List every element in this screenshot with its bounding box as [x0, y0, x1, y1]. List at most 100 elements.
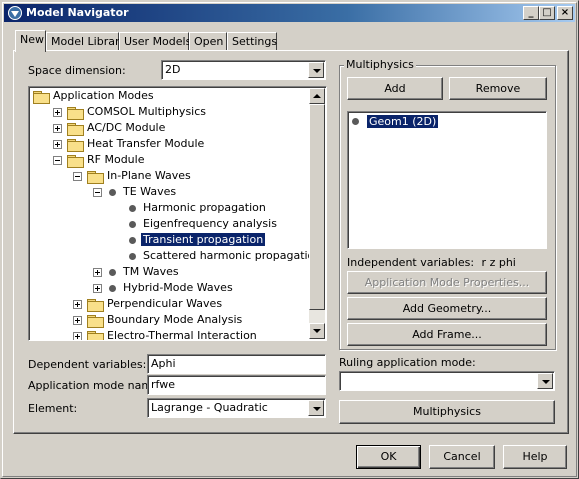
- tree-item-label: AC/DC Module: [87, 121, 166, 134]
- tree-item[interactable]: TE Waves: [29, 184, 309, 200]
- multiphysics-list[interactable]: Geom1 (2D): [347, 111, 547, 249]
- tree-item-label: Transient propagation: [139, 232, 267, 247]
- tab-model-library[interactable]: Model Library: [46, 32, 126, 51]
- ok-button[interactable]: OK: [356, 445, 421, 469]
- chevron-down-icon[interactable]: [308, 62, 324, 78]
- application-mode-dot-icon: [109, 269, 116, 276]
- tree-item[interactable]: AC/DC Module: [29, 120, 309, 136]
- element-label: Element:: [28, 402, 78, 415]
- application-mode-name-value: rfwe: [151, 378, 175, 391]
- multiphysics-button[interactable]: Multiphysics: [339, 400, 555, 424]
- application-mode-name-field[interactable]: rfwe: [147, 375, 326, 395]
- tree-item-label: Eigenfrequency analysis: [143, 217, 277, 230]
- tree-item[interactable]: Hybrid-Mode Waves: [29, 280, 309, 296]
- tree-item[interactable]: In-Plane Waves: [29, 168, 309, 184]
- space-dimension-select[interactable]: 2D: [161, 60, 326, 80]
- tab-new[interactable]: New: [15, 30, 46, 52]
- folder-icon: [67, 155, 84, 168]
- tree-item-label: TM Waves: [123, 265, 179, 278]
- chevron-down-icon[interactable]: [308, 400, 324, 416]
- minimize-button[interactable]: _: [523, 6, 539, 20]
- expand-plus-icon[interactable]: [93, 284, 102, 293]
- tree-item-label: Harmonic propagation: [143, 201, 266, 214]
- tab-user-models[interactable]: User Models: [119, 32, 191, 51]
- application-mode-properties-button[interactable]: Application Mode Properties...: [347, 271, 547, 294]
- add-geometry-button[interactable]: Add Geometry...: [347, 297, 547, 320]
- tree-item[interactable]: COMSOL Multiphysics: [29, 104, 309, 120]
- tree-item-label: Perpendicular Waves: [107, 297, 223, 310]
- add-frame-button[interactable]: Add Frame...: [347, 323, 547, 346]
- application-mode-dot-icon: [129, 221, 136, 228]
- ruling-application-mode-select[interactable]: [339, 371, 555, 391]
- tree-item[interactable]: Scattered harmonic propagation: [29, 248, 321, 264]
- maximize-button[interactable]: □: [539, 6, 555, 20]
- expand-plus-icon[interactable]: [73, 316, 82, 325]
- space-dimension-value: 2D: [165, 63, 181, 76]
- collapse-minus-icon[interactable]: [73, 172, 82, 181]
- collapse-minus-icon[interactable]: [93, 188, 102, 197]
- application-modes-tree[interactable]: Application Modes COMSOL Multiphysics AC/D…: [28, 86, 327, 341]
- tree-item[interactable]: Heat Transfer Module: [29, 136, 309, 152]
- remove-button[interactable]: Remove: [449, 77, 547, 100]
- tree-item[interactable]: Boundary Mode Analysis: [29, 312, 309, 328]
- tree-item-label: Heat Transfer Module: [87, 137, 205, 150]
- tree-item[interactable]: RF Module: [29, 152, 309, 168]
- comsol-app-icon: [8, 6, 22, 20]
- close-button[interactable]: ×: [557, 6, 573, 20]
- tab-settings[interactable]: Settings: [227, 32, 277, 51]
- folder-icon: [67, 139, 84, 152]
- chevron-down-icon[interactable]: [537, 373, 553, 389]
- tree-item-label: Application Modes: [53, 89, 154, 102]
- ok-button-label: OK: [380, 450, 397, 463]
- multiphysics-list-item[interactable]: Geom1 (2D): [365, 114, 440, 129]
- independent-variables-caption: Independent variables:: [347, 256, 475, 269]
- independent-variables-value: r z phi: [481, 256, 516, 269]
- scroll-down-arrow-icon[interactable]: [309, 323, 325, 339]
- expand-plus-icon[interactable]: [73, 332, 82, 340]
- help-button[interactable]: Help: [503, 445, 567, 469]
- folder-icon: [67, 123, 84, 136]
- expand-plus-icon[interactable]: [73, 300, 82, 309]
- tree-item[interactable]: Electro-Thermal Interaction: [29, 328, 309, 341]
- dependent-variables-field[interactable]: Aphi: [147, 354, 326, 374]
- independent-variables-label: Independent variables: r z phi: [347, 256, 516, 269]
- expand-plus-icon[interactable]: [53, 108, 62, 117]
- collapse-minus-icon[interactable]: [53, 156, 62, 165]
- expand-plus-icon[interactable]: [53, 124, 62, 133]
- tree-item-label: Hybrid-Mode Waves: [123, 281, 233, 294]
- tree-vertical-scrollbar[interactable]: [309, 88, 325, 339]
- tree-item-label: Electro-Thermal Interaction: [107, 329, 257, 341]
- expand-plus-icon[interactable]: [53, 140, 62, 149]
- add-button-label: Add: [384, 82, 406, 95]
- window-title: Model Navigator: [26, 6, 129, 19]
- model-navigator-window: Model Navigator _ □ × New Model Library …: [0, 0, 579, 479]
- folder-icon: [87, 315, 104, 328]
- help-button-label: Help: [522, 450, 548, 463]
- cancel-button[interactable]: Cancel: [429, 445, 495, 469]
- add-geometry-label: Add Geometry...: [402, 302, 492, 315]
- scroll-up-arrow-icon[interactable]: [309, 88, 325, 104]
- element-select[interactable]: Lagrange - Quadratic: [147, 398, 326, 418]
- tree-item-label: Scattered harmonic propagation: [143, 249, 322, 262]
- tree-item-label: RF Module: [87, 153, 145, 166]
- add-button[interactable]: Add: [347, 77, 443, 100]
- tree-item[interactable]: Eigenfrequency analysis: [29, 216, 309, 232]
- ruling-application-mode-label: Ruling application mode:: [339, 356, 476, 369]
- application-mode-dot-icon: [129, 253, 136, 260]
- tab-open[interactable]: Open: [189, 32, 227, 51]
- tree-item[interactable]: Harmonic propagation: [29, 200, 309, 216]
- application-mode-dot-icon: [129, 205, 136, 212]
- tree-item-label: In-Plane Waves: [107, 169, 191, 182]
- add-frame-label: Add Frame...: [412, 328, 482, 341]
- expand-plus-icon[interactable]: [93, 268, 102, 277]
- scrollbar-thumb[interactable]: [309, 104, 325, 310]
- tree-item[interactable]: Application Modes: [29, 88, 309, 104]
- tree-item[interactable]: TM Waves: [29, 264, 309, 280]
- multiphysics-button-label: Multiphysics: [413, 405, 481, 418]
- folder-icon: [33, 91, 50, 104]
- tree-item[interactable]: Transient propagation: [29, 232, 309, 248]
- tree-item[interactable]: Perpendicular Waves: [29, 296, 309, 312]
- folder-icon: [87, 299, 104, 312]
- title-bar[interactable]: Model Navigator _ □ ×: [4, 4, 575, 22]
- multiphysics-group-title: Multiphysics: [344, 58, 416, 71]
